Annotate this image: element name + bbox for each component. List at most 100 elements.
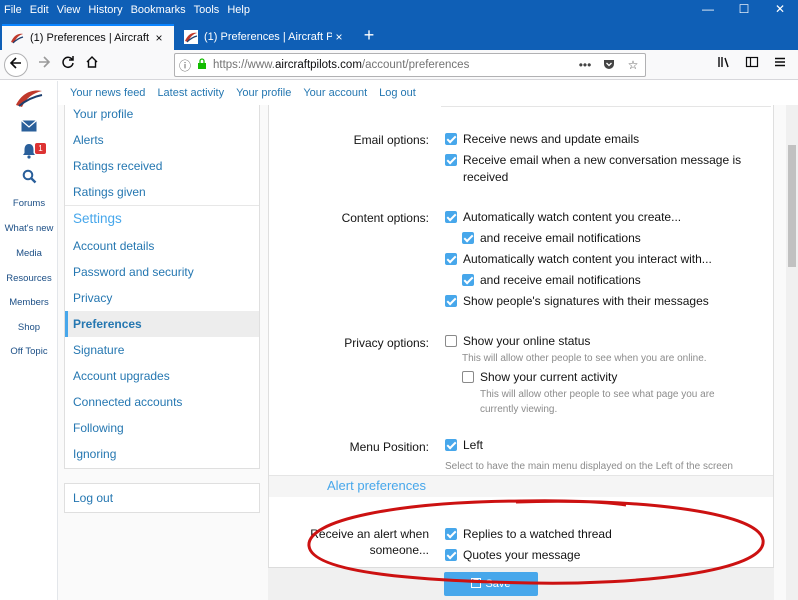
sidebar-item-preferences[interactable]: Preferences bbox=[65, 311, 259, 337]
close-window-button[interactable]: ✕ bbox=[762, 0, 798, 20]
bookmark-star-icon[interactable]: ☆ bbox=[621, 58, 645, 72]
show-signatures-checkbox[interactable]: Show people's signatures with their mess… bbox=[445, 293, 765, 310]
page-actions-icon[interactable]: ••• bbox=[573, 58, 597, 72]
minimize-button[interactable]: — bbox=[690, 0, 726, 20]
nav-resources[interactable]: Resources bbox=[0, 273, 58, 284]
menu-position-hint: Select to have the main menu displayed o… bbox=[445, 461, 733, 472]
checkbox-checked-icon[interactable] bbox=[462, 274, 474, 286]
sidebar-toggle-icon[interactable] bbox=[738, 53, 766, 77]
preferences-panel: Email options: Receive news and update e… bbox=[268, 105, 774, 600]
scrollbar-thumb[interactable] bbox=[788, 145, 796, 267]
subnav-your-account[interactable]: Your account bbox=[303, 87, 367, 99]
menu-position-label: Menu Position: bbox=[349, 440, 429, 454]
sidebar-logout-box: Log out bbox=[64, 483, 260, 513]
nav-whats-new[interactable]: What's new bbox=[0, 223, 58, 234]
nav-forums[interactable]: Forums bbox=[0, 198, 58, 209]
subnav-your-profile[interactable]: Your profile bbox=[236, 87, 291, 99]
envelope-icon[interactable] bbox=[0, 119, 58, 136]
email-interacted-content-checkbox[interactable]: and receive email notifications bbox=[462, 272, 762, 289]
sidebar-item-ratings-given[interactable]: Ratings given bbox=[65, 179, 259, 205]
browser-navbar: ⓘ https://www.aircraftpilots.com/account… bbox=[0, 50, 798, 80]
checkbox-checked-icon[interactable] bbox=[445, 528, 457, 540]
sidebar-item-following[interactable]: Following bbox=[65, 415, 259, 441]
form-footer: Save bbox=[268, 567, 774, 600]
tab-label: (1) Preferences | Aircraft Pilots bbox=[30, 32, 152, 44]
menu-file[interactable]: File bbox=[4, 4, 22, 16]
sidebar-item-password-security[interactable]: Password and security bbox=[65, 259, 259, 285]
site-info-icon[interactable]: ⓘ bbox=[175, 57, 195, 74]
replies-watched-thread-checkbox[interactable]: Replies to a watched thread bbox=[445, 526, 745, 543]
menu-history[interactable]: History bbox=[88, 4, 122, 16]
sidebar-item-your-profile[interactable]: Your profile bbox=[65, 101, 259, 127]
sidebar-log-out[interactable]: Log out bbox=[65, 484, 259, 512]
browser-menubar: File Edit View History Bookmarks Tools H… bbox=[0, 0, 798, 20]
reload-button[interactable] bbox=[56, 53, 80, 77]
tab-close-icon[interactable]: × bbox=[152, 31, 166, 45]
sidebar-item-privacy[interactable]: Privacy bbox=[65, 285, 259, 311]
nav-off-topic[interactable]: Off Topic bbox=[0, 346, 58, 357]
bell-icon[interactable] bbox=[0, 143, 58, 163]
page-scrollbar[interactable] bbox=[786, 105, 798, 600]
checkbox-checked-icon[interactable] bbox=[445, 295, 457, 307]
search-icon[interactable] bbox=[0, 169, 58, 188]
checkbox-unchecked-icon[interactable] bbox=[462, 371, 474, 383]
show-current-activity-checkbox[interactable]: Show your current activity bbox=[462, 369, 762, 386]
url-text[interactable]: https://www.aircraftpilots.com/account/p… bbox=[209, 59, 573, 71]
address-bar[interactable]: ⓘ https://www.aircraftpilots.com/account… bbox=[174, 53, 646, 77]
sidebar-item-account-upgrades[interactable]: Account upgrades bbox=[65, 363, 259, 389]
window-controls: — ☐ ✕ bbox=[690, 0, 798, 20]
menu-help[interactable]: Help bbox=[227, 4, 250, 16]
hamburger-menu-icon[interactable] bbox=[766, 53, 794, 77]
maximize-button[interactable]: ☐ bbox=[726, 0, 762, 20]
menu-position-left-checkbox[interactable]: Left bbox=[445, 437, 645, 454]
menu-bookmarks[interactable]: Bookmarks bbox=[131, 4, 186, 16]
subnav-latest-activity[interactable]: Latest activity bbox=[157, 87, 224, 99]
back-button[interactable] bbox=[4, 53, 28, 77]
browser-titlebar: File Edit View History Bookmarks Tools H… bbox=[0, 0, 798, 20]
new-tab-button[interactable]: + bbox=[358, 24, 380, 48]
save-button[interactable]: Save bbox=[444, 572, 538, 596]
checkbox-unchecked-icon[interactable] bbox=[445, 335, 457, 347]
checkbox-checked-icon[interactable] bbox=[445, 154, 457, 166]
checkbox-checked-icon[interactable] bbox=[445, 133, 457, 145]
nav-members[interactable]: Members bbox=[0, 297, 58, 308]
sidebar-item-ignoring[interactable]: Ignoring bbox=[65, 441, 259, 467]
nav-media[interactable]: Media bbox=[0, 248, 58, 259]
site-logo[interactable] bbox=[14, 87, 44, 109]
tab-preferences-active[interactable]: (1) Preferences | Aircraft Pilots × bbox=[2, 24, 174, 50]
watch-interacted-content-checkbox[interactable]: Automatically watch content you interact… bbox=[445, 251, 765, 268]
subnav-log-out[interactable]: Log out bbox=[379, 87, 416, 99]
checkbox-checked-icon[interactable] bbox=[462, 232, 474, 244]
menu-view[interactable]: View bbox=[57, 4, 81, 16]
checkbox-checked-icon[interactable] bbox=[445, 439, 457, 451]
sidebar-item-ratings-received[interactable]: Ratings received bbox=[65, 153, 259, 179]
lock-icon bbox=[195, 58, 209, 72]
quotes-message-checkbox[interactable]: Quotes your message bbox=[445, 547, 745, 564]
checkbox-checked-icon[interactable] bbox=[445, 549, 457, 561]
nav-shop[interactable]: Shop bbox=[0, 322, 58, 333]
sidebar-item-connected-accounts[interactable]: Connected accounts bbox=[65, 389, 259, 415]
forward-button[interactable] bbox=[32, 53, 56, 77]
receive-news-checkbox[interactable]: Receive news and update emails bbox=[445, 131, 745, 148]
site-viewport: 1 Forums What's new Media Resources Memb… bbox=[0, 81, 798, 600]
show-online-status-checkbox[interactable]: Show your online status bbox=[445, 333, 745, 350]
site-left-nav: 1 Forums What's new Media Resources Memb… bbox=[0, 81, 58, 600]
checkbox-checked-icon[interactable] bbox=[445, 253, 457, 265]
tab-close-icon[interactable]: × bbox=[332, 30, 346, 44]
library-icon[interactable] bbox=[710, 53, 738, 77]
menu-edit[interactable]: Edit bbox=[30, 4, 49, 16]
sidebar-item-alerts[interactable]: Alerts bbox=[65, 127, 259, 153]
panel-top-divider bbox=[441, 105, 771, 107]
menu-tools[interactable]: Tools bbox=[194, 4, 220, 16]
subnav-news-feed[interactable]: Your news feed bbox=[70, 87, 145, 99]
checkbox-checked-icon[interactable] bbox=[445, 211, 457, 223]
watch-created-content-checkbox[interactable]: Automatically watch content you create..… bbox=[445, 209, 765, 226]
sidebar-item-signature[interactable]: Signature bbox=[65, 337, 259, 363]
pocket-icon[interactable] bbox=[597, 58, 621, 73]
home-button[interactable] bbox=[80, 53, 104, 77]
sidebar-item-account-details[interactable]: Account details bbox=[65, 233, 259, 259]
email-created-content-checkbox[interactable]: and receive email notifications bbox=[462, 230, 762, 247]
tab-preferences-inactive[interactable]: (1) Preferences | Aircraft Pilots × bbox=[176, 24, 354, 50]
online-status-hint: This will allow other people to see when… bbox=[462, 353, 707, 364]
receive-conversation-email-checkbox[interactable]: Receive email when a new conversation me… bbox=[445, 152, 745, 186]
